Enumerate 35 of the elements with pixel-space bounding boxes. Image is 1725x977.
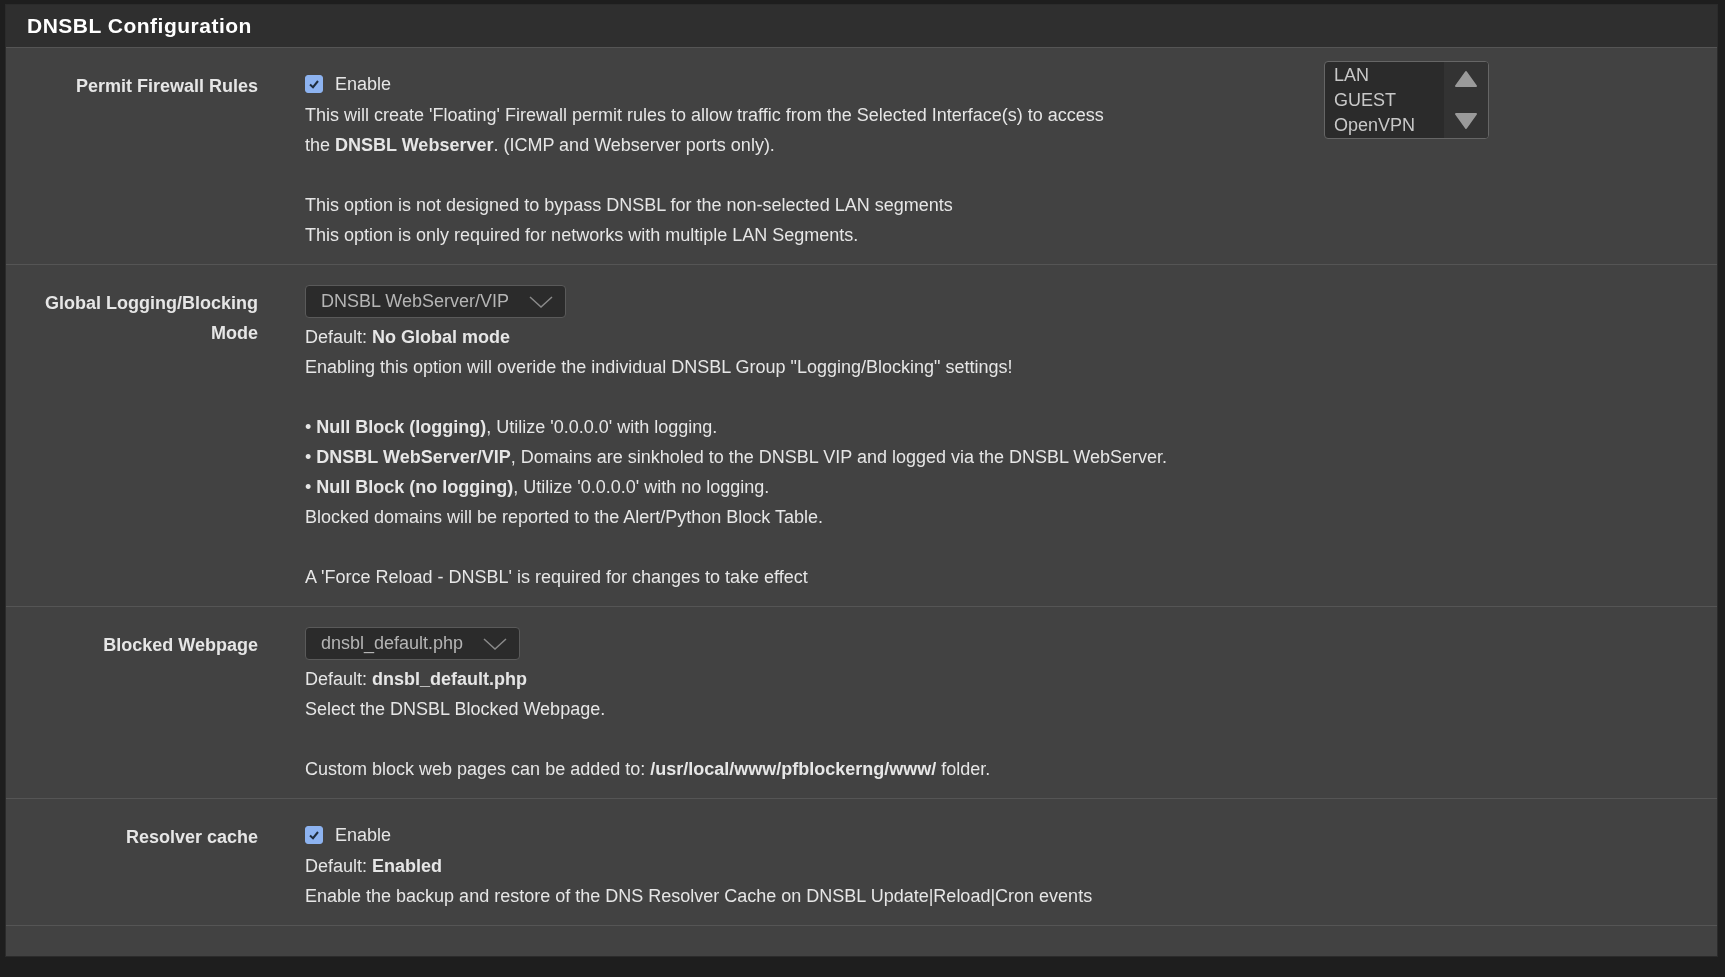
help-text: Default: dnsbl_default.php [305,668,529,691]
field-label: Resolver cache [125,827,258,847]
help-text: Custom block web pages can be added to: /usr/local/www/pfblockerng/www/ folder. [305,758,991,781]
help-text: • Null Block (no logging), Utilize '0.0.0.0' with no logging. [305,476,771,499]
help-text: Enable the backup and restore of the DNS Resolver Cache on DNSBL Update|Reload|Cron events [305,885,1093,908]
dropdown-select[interactable]: DNSBL WebServer/VIP [305,285,567,318]
chevron-down-icon [529,295,554,308]
field-label: Blocked Webpage [103,635,258,655]
help-text: This option is only required for networks with multiple LAN Segments. [305,224,860,247]
interface-listbox[interactable]: LAN GUEST OpenVPN [1324,61,1489,139]
checkbox-icon[interactable] [305,75,323,93]
help-text: • Null Block (logging), Utilize '0.0.0.0' with logging. [305,416,719,439]
field-label: Permit Firewall Rules [75,76,258,96]
dropdown-select[interactable]: dnsbl_default.php [305,627,521,660]
help-text: A 'Force Reload - DNSBL' is required for changes to take effect [305,566,809,589]
help-text: Default: Enabled [305,855,444,878]
enable-checkbox[interactable]: Enable [305,819,1093,851]
help-text: Enabling this option will overide the individual DNSBL Group "Logging/Blocking" settings! [305,356,1014,379]
list-option[interactable]: LAN [1334,63,1434,88]
help-text: • DNSBL WebServer/VIP, Domains are sinkholed to the DNSBL VIP and logged via the DNSBL WebServer. [305,446,1168,469]
panel-title: DNSBL Configuration [27,14,252,38]
enable-checkbox[interactable]: Enable [305,68,1104,100]
list-option[interactable]: GUEST [1334,88,1434,113]
field-label: Global Logging/Blocking Mode [45,293,258,343]
help-text: the DNSBL Webserver. (ICMP and Webserver ports only). [305,134,776,157]
chevron-down-icon [483,637,508,650]
help-text: Select the DNSBL Blocked Webpage. [305,698,607,721]
checkbox-icon[interactable] [305,826,323,844]
help-text: Default: No Global mode [305,326,512,349]
scroll-down-icon[interactable] [1454,112,1478,130]
help-text: This will create 'Floating' Firewall permit rules to allow traffic from the Selected Interface(s) to access [305,104,1104,127]
help-text: This option is not designed to bypass DNSBL for the non-selected LAN segments [305,194,954,217]
help-text: Blocked domains will be reported to the Alert/Python Block Table. [305,506,824,529]
list-option[interactable]: OpenVPN [1334,113,1434,138]
scroll-up-icon[interactable] [1454,70,1478,88]
